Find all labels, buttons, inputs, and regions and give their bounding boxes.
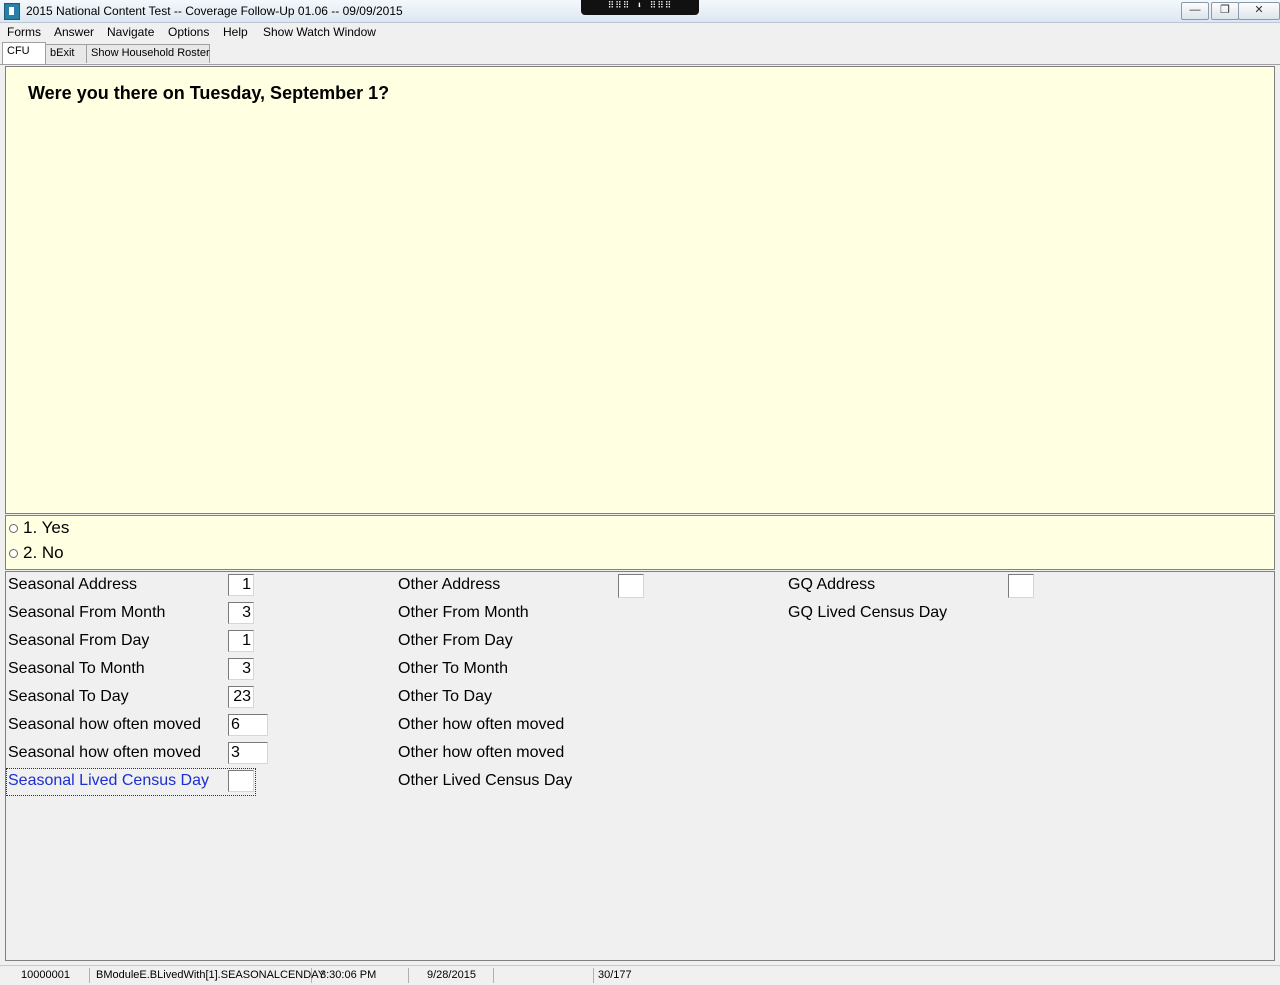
field-label-other-to-day: Other To Day	[398, 688, 492, 705]
field-seasonal-from-day[interactable]: 1	[228, 630, 254, 652]
field-other-address[interactable]	[618, 574, 644, 598]
minimize-button[interactable]: —	[1181, 2, 1209, 20]
status-date: 9/28/2015	[409, 968, 494, 983]
status-extra	[494, 968, 594, 983]
menu-help[interactable]: Help	[223, 25, 248, 39]
radio-button-icon[interactable]	[9, 523, 18, 533]
field-label-other-to-month: Other To Month	[398, 660, 508, 677]
fields-panel: Seasonal Address 1 Seasonal From Month 3…	[5, 571, 1275, 961]
field-label-other-lived-census-day: Other Lived Census Day	[398, 772, 573, 789]
field-label-seasonal-from-day: Seasonal From Day	[8, 632, 150, 649]
remote-session-pin-bar[interactable]: ⠿⠿⠿ ⬇ ⠿⠿⠿	[581, 0, 699, 15]
menu-forms[interactable]: Forms	[7, 25, 41, 39]
radio-button-icon[interactable]	[9, 548, 18, 558]
field-label-other-how-often-moved-2: Other how often moved	[398, 744, 565, 761]
field-label-seasonal-how-often-moved-2: Seasonal how often moved	[8, 744, 202, 761]
status-bar: 10000001 BModuleE.BLivedWith[1].SEASONAL…	[0, 965, 1280, 985]
field-label-seasonal-to-month: Seasonal To Month	[8, 660, 145, 677]
answer-panel: 1. Yes 2. No	[5, 515, 1275, 570]
field-seasonal-lived-census-day[interactable]	[228, 770, 254, 792]
tab-cfu[interactable]: CFU	[2, 42, 46, 64]
title-bar: 2015 National Content Test -- Coverage F…	[0, 0, 1280, 23]
field-label-seasonal-lived-census-day: Seasonal Lived Census Day	[8, 772, 209, 789]
field-seasonal-to-day[interactable]: 23	[228, 686, 254, 708]
field-label-other-from-month: Other From Month	[398, 604, 529, 621]
answer-label: 1. Yes	[23, 518, 70, 537]
status-time: 3:30:06 PM	[312, 968, 409, 983]
close-button[interactable]: ✕	[1238, 2, 1280, 20]
field-label-gq-lived-census-day: GQ Lived Census Day	[788, 604, 948, 621]
status-case-id: 10000001	[0, 968, 90, 983]
question-panel: Were you there on Tuesday, September 1?	[5, 66, 1275, 514]
answer-option-no[interactable]: 2. No	[9, 542, 64, 564]
field-label-seasonal-how-often-moved-1: Seasonal how often moved	[8, 716, 202, 733]
field-label-seasonal-address: Seasonal Address	[8, 576, 137, 593]
window-title: 2015 National Content Test -- Coverage F…	[26, 4, 403, 18]
field-gq-address[interactable]	[1008, 574, 1034, 598]
field-label-gq-address: GQ Address	[788, 576, 876, 593]
field-seasonal-address[interactable]: 1	[228, 574, 254, 596]
menu-answer[interactable]: Answer	[54, 25, 94, 39]
field-label-seasonal-from-month: Seasonal From Month	[8, 604, 166, 621]
field-label-seasonal-to-day: Seasonal To Day	[8, 688, 129, 705]
field-label-other-address: Other Address	[398, 576, 501, 593]
status-page-count: 30/177	[598, 969, 632, 981]
field-label-other-how-often-moved-1: Other how often moved	[398, 716, 565, 733]
field-seasonal-how-often-moved-2[interactable]: 3	[228, 742, 268, 764]
field-label-other-from-day: Other From Day	[398, 632, 513, 649]
tab-strip: CFU bExit Show Household Roster	[0, 42, 1280, 65]
menu-show-watch-window[interactable]: Show Watch Window	[263, 25, 376, 39]
field-seasonal-from-month[interactable]: 3	[228, 602, 254, 624]
menu-navigate[interactable]: Navigate	[107, 25, 154, 39]
tab-show-household-roster[interactable]: Show Household Roster	[86, 44, 210, 63]
answer-option-yes[interactable]: 1. Yes	[9, 517, 69, 539]
answer-label: 2. No	[23, 543, 64, 562]
tab-bexit[interactable]: bExit	[45, 44, 88, 63]
menu-options[interactable]: Options	[168, 25, 209, 39]
field-seasonal-to-month[interactable]: 3	[228, 658, 254, 680]
restore-button[interactable]: ❐	[1211, 2, 1239, 20]
question-text: Were you there on Tuesday, September 1?	[28, 83, 390, 103]
status-field-path: BModuleE.BLivedWith[1].SEASONALCENDAY	[90, 968, 325, 983]
app-icon	[4, 3, 20, 20]
field-seasonal-how-often-moved-1[interactable]: 6	[228, 714, 268, 736]
menu-bar: Forms Answer Navigate Options Help Show …	[0, 23, 1280, 42]
